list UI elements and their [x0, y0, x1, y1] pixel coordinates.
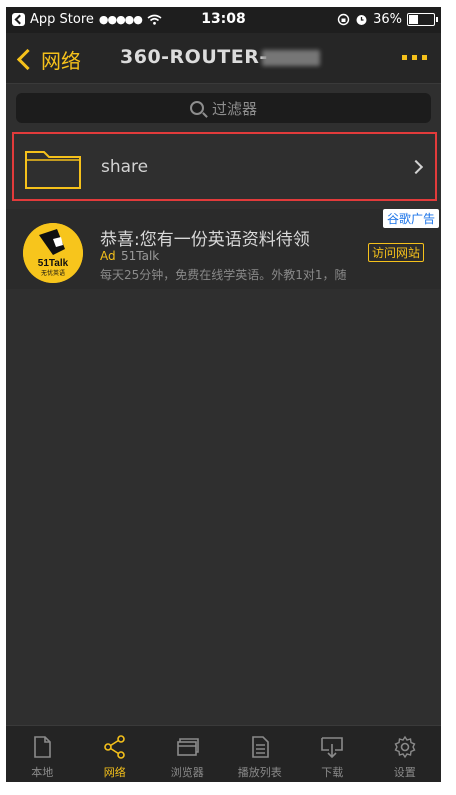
tab-label: 下载	[321, 766, 344, 779]
tab-download[interactable]: 下载	[296, 726, 369, 782]
page-title: 360-ROUTER-	[120, 46, 320, 68]
folder-icon	[25, 151, 81, 189]
ad-title: 恭喜:您有一份英语资料待领	[100, 230, 310, 250]
search-icon	[189, 101, 204, 115]
share-icon	[103, 735, 125, 759]
status-right: 36%	[337, 12, 438, 27]
tab-label: 浏览器	[170, 766, 204, 779]
visit-site-button[interactable]: 访问网站	[368, 243, 425, 262]
ad-banner[interactable]: 谷歌广告 51Talk 无忧英语 恭喜:您有一份英语资料待领 Ad 51Talk…	[6, 209, 441, 289]
ad-brand: 51Talk	[121, 249, 160, 263]
chevron-right-icon	[408, 159, 424, 175]
more-icon[interactable]	[402, 55, 427, 60]
document-icon	[34, 736, 52, 758]
playlist-icon	[251, 736, 269, 758]
gear-icon	[394, 735, 416, 759]
redacted-title-part	[261, 49, 320, 66]
tab-playlist[interactable]: 播放列表	[224, 726, 297, 782]
tab-label: 设置	[393, 766, 416, 779]
back-label: 网络	[41, 49, 81, 73]
filter-search-bar[interactable]: 过滤器	[16, 93, 431, 123]
google-ad-badge: 谷歌广告	[382, 209, 439, 228]
tab-network[interactable]: 网络	[79, 726, 152, 782]
ad-logo: 51Talk 无忧英语	[23, 223, 83, 283]
status-bar: App Store ●●●●● 13:08 36%	[6, 7, 441, 33]
battery-percent: 36%	[373, 12, 402, 27]
alarm-icon	[356, 15, 367, 25]
ad-description: 每天25分钟，免费在线学英语。外教1对1，随	[100, 268, 347, 282]
tab-browser[interactable]: 浏览器	[151, 726, 224, 782]
folder-name: share	[101, 157, 149, 177]
back-button[interactable]: 网络	[14, 45, 81, 74]
chevron-left-icon	[16, 48, 39, 71]
rotation-lock-icon	[337, 13, 350, 26]
tab-label: 本地	[31, 766, 54, 779]
tab-local[interactable]: 本地	[6, 726, 79, 782]
bottom-tab-bar: 本地 网络 浏览器 播放列表 下载 设置	[6, 725, 441, 782]
app-screen: App Store ●●●●● 13:08 36% 网络 360-ROUTER-…	[6, 7, 441, 782]
tab-settings[interactable]: 设置	[369, 726, 442, 782]
talk-logo-icon: 51Talk 无忧英语	[23, 223, 83, 283]
navigation-bar: 网络 360-ROUTER-	[6, 33, 441, 84]
tab-label: 播放列表	[237, 766, 282, 779]
ad-tag: Ad	[100, 249, 116, 263]
download-icon	[321, 737, 344, 759]
tab-label: 网络	[103, 766, 126, 779]
logo-text: 51Talk	[38, 258, 69, 269]
browser-icon	[177, 738, 200, 756]
battery-icon	[407, 13, 438, 26]
router-name: 360-ROUTER-	[120, 46, 268, 68]
filter-placeholder: 过滤器	[211, 99, 257, 118]
logo-subtext: 无忧英语	[41, 269, 65, 277]
list-item-share-folder[interactable]: share	[12, 132, 437, 201]
